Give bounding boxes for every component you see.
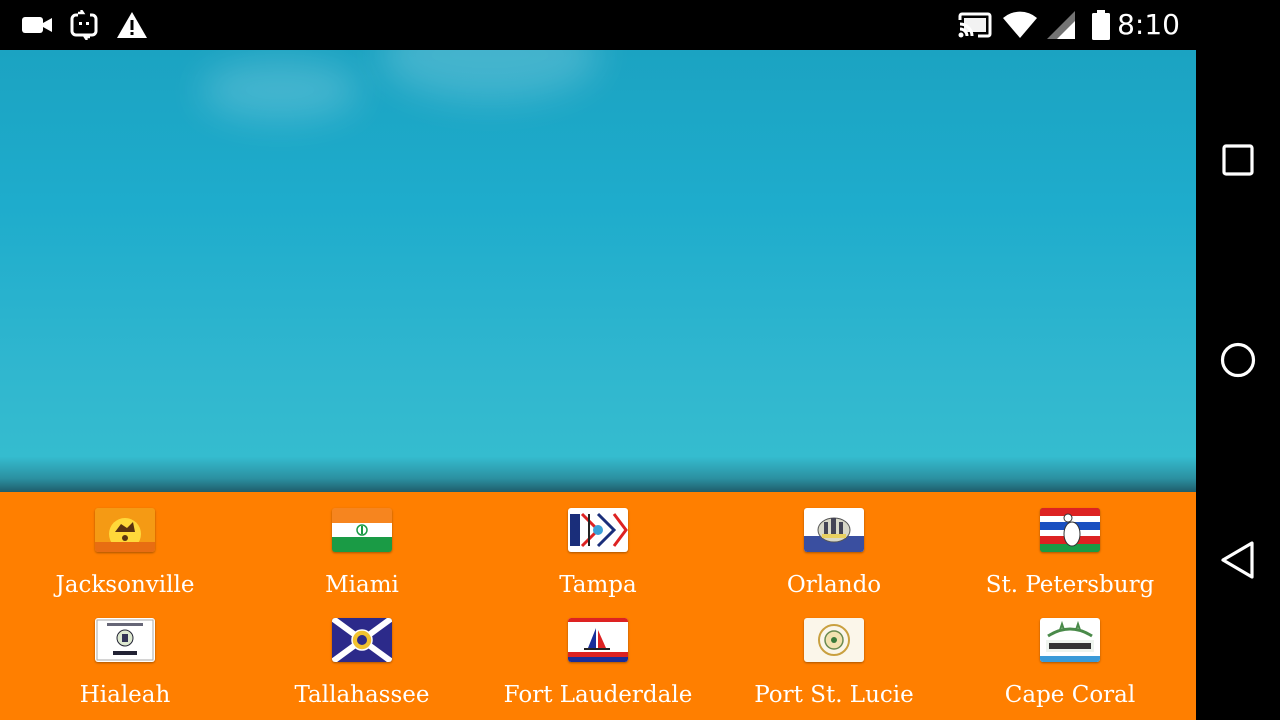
fort-lauderdale-flag-icon xyxy=(568,618,628,662)
city-tile-cape-coral[interactable]: Cape Coral xyxy=(952,602,1188,712)
circle-icon xyxy=(1220,342,1256,378)
city-tile-jacksonville[interactable]: Jacksonville xyxy=(7,492,243,602)
city-label: Tallahassee xyxy=(294,682,430,708)
city-tile-tampa[interactable]: Tampa xyxy=(480,492,716,602)
tampa-flag-icon xyxy=(568,508,628,552)
city-tile-tallahassee[interactable]: Tallahassee xyxy=(244,602,480,712)
city-tile-hialeah[interactable]: Hialeah xyxy=(7,602,243,712)
hialeah-flag-icon xyxy=(95,618,155,662)
city-tile-port-st-lucie[interactable]: Port St. Lucie xyxy=(716,602,952,712)
city-label: Orlando xyxy=(786,572,882,598)
battery-icon xyxy=(1090,10,1112,40)
city-tile-miami[interactable]: Miami xyxy=(244,492,480,602)
city-tile-st-petersburg[interactable]: St. Petersburg xyxy=(952,492,1188,602)
city-label: St. Petersburg xyxy=(985,572,1155,598)
wifi-icon xyxy=(1001,10,1039,40)
back-button[interactable] xyxy=(1214,536,1262,584)
orlando-flag-icon xyxy=(804,508,864,552)
video-camera-icon xyxy=(20,10,54,40)
home-button[interactable] xyxy=(1214,336,1262,384)
cape-coral-flag-icon xyxy=(1040,618,1100,662)
city-label: Fort Lauderdale xyxy=(503,682,693,708)
miami-flag-icon xyxy=(332,508,392,552)
city-label: Miami xyxy=(325,572,399,598)
city-label: Hialeah xyxy=(79,682,171,708)
jacksonville-flag-icon xyxy=(95,508,155,552)
city-grid: Jacksonville Miami Tampa Orlando St. Pet… xyxy=(0,492,1196,720)
square-icon xyxy=(1222,144,1254,176)
city-label: Jacksonville xyxy=(55,572,195,598)
tallahassee-flag-icon xyxy=(332,618,392,662)
cast-icon xyxy=(957,10,993,40)
screen-record-icon xyxy=(68,10,100,40)
status-bar: 8:10 xyxy=(0,0,1196,50)
city-label: Tampa xyxy=(559,572,637,598)
navigation-bar xyxy=(1196,0,1280,720)
device-screen: 8:10 Jacksonville Miami Tampa Orlando St… xyxy=(0,0,1280,720)
city-tile-orlando[interactable]: Orlando xyxy=(716,492,952,602)
status-clock: 8:10 xyxy=(1117,8,1180,41)
warning-icon xyxy=(115,10,149,40)
st-petersburg-flag-icon xyxy=(1040,508,1100,552)
hero-sky-image xyxy=(0,50,1196,492)
city-tile-fort-lauderdale[interactable]: Fort Lauderdale xyxy=(480,602,716,712)
port-st-lucie-flag-icon xyxy=(804,618,864,662)
recent-apps-button[interactable] xyxy=(1214,136,1262,184)
back-triangle-icon xyxy=(1221,541,1254,579)
signal-icon xyxy=(1045,10,1077,40)
app-content: Jacksonville Miami Tampa Orlando St. Pet… xyxy=(0,50,1196,720)
city-label: Port St. Lucie xyxy=(754,682,914,708)
city-label: Cape Coral xyxy=(1004,682,1136,708)
